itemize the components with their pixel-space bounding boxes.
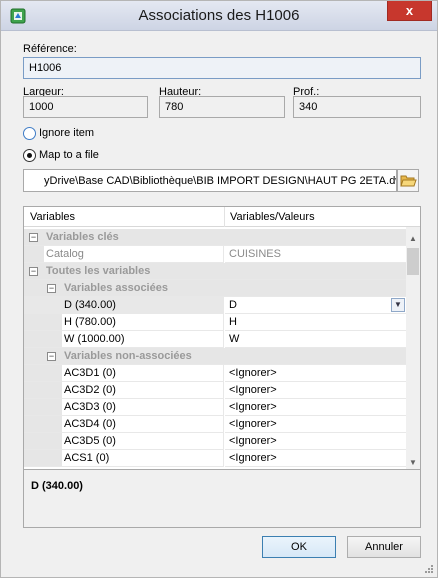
column-separator[interactable] — [224, 207, 225, 227]
property-value[interactable]: W — [225, 331, 406, 348]
property-name: D (340.00) — [24, 297, 224, 314]
ignore-item-radio[interactable] — [23, 127, 36, 140]
column-header-variables[interactable]: Variables — [30, 211, 75, 223]
scrollbar-thumb[interactable] — [407, 248, 419, 275]
collapse-icon[interactable]: − — [47, 352, 56, 361]
property-name: AC3D1 (0) — [24, 365, 224, 382]
property-name: H (780.00) — [24, 314, 224, 331]
ok-button[interactable]: OK — [262, 536, 336, 558]
property-row[interactable]: ACS1 (0) <Ignorer> — [24, 450, 406, 467]
property-row[interactable]: W (1000.00) W — [24, 331, 406, 348]
close-icon: x — [405, 3, 414, 18]
category-all-variables[interactable]: Toutes les variables − — [24, 263, 406, 280]
category-associated-variables[interactable]: Variables associées − — [24, 280, 406, 297]
property-value[interactable]: <Ignorer> — [225, 382, 406, 399]
property-name: AC3D3 (0) — [24, 399, 224, 416]
property-row[interactable]: D (340.00) D ▼ — [24, 297, 406, 314]
property-value[interactable]: <Ignorer> — [225, 399, 406, 416]
open-folder-icon — [398, 175, 418, 194]
property-name: AC3D4 (0) — [24, 416, 224, 433]
collapse-icon[interactable]: − — [47, 284, 56, 293]
variables-grid[interactable]: Variables Variables/Valeurs Variables cl… — [23, 206, 421, 470]
property-row[interactable]: AC3D4 (0) <Ignorer> — [24, 416, 406, 433]
property-value[interactable]: H — [225, 314, 406, 331]
map-to-file-label[interactable]: Map to a file — [39, 149, 99, 161]
window-title: Associations des H1006 — [138, 7, 300, 24]
collapse-icon[interactable]: − — [29, 267, 38, 276]
chevron-up-icon[interactable]: ▲ — [406, 231, 420, 247]
collapse-icon[interactable]: − — [29, 233, 38, 242]
resize-grip-icon[interactable] — [424, 564, 434, 574]
property-name: W (1000.00) — [24, 331, 224, 348]
property-name: AC3D2 (0) — [24, 382, 224, 399]
property-row[interactable]: AC3D3 (0) <Ignorer> — [24, 399, 406, 416]
title-bar: Associations des H1006 x — [1, 1, 437, 31]
reference-label: Référence: — [23, 43, 77, 55]
category-key-variables[interactable]: Variables clés − — [24, 229, 406, 246]
description-title: D (340.00) — [31, 480, 83, 492]
property-value[interactable]: CUISINES — [225, 246, 406, 263]
grid-header: Variables Variables/Valeurs — [24, 207, 420, 227]
ignore-item-label[interactable]: Ignore item — [39, 127, 94, 139]
property-name: AC3D5 (0) — [24, 433, 224, 450]
vertical-scrollbar[interactable]: ▲ ▼ — [406, 227, 420, 469]
category-unassociated-variables[interactable]: Variables non-associées − — [24, 348, 406, 365]
chevron-down-icon[interactable]: ▼ — [406, 455, 420, 469]
property-value[interactable]: <Ignorer> — [225, 365, 406, 382]
map-to-file-radio[interactable] — [23, 149, 36, 162]
description-panel: D (340.00) — [23, 470, 421, 528]
property-value[interactable]: <Ignorer> — [225, 433, 406, 450]
file-path-field[interactable]: yDrive\Base CAD\Bibliothèque\BIB IMPORT … — [23, 169, 397, 192]
category-label: Toutes les variables — [24, 263, 406, 280]
category-label: Variables clés — [24, 229, 406, 246]
close-button[interactable]: x — [387, 1, 432, 21]
cancel-button[interactable]: Annuler — [347, 536, 421, 558]
category-label: Variables associées — [24, 280, 406, 297]
property-value[interactable]: D ▼ — [225, 297, 406, 314]
property-value[interactable]: <Ignorer> — [225, 450, 406, 467]
property-row[interactable]: AC3D1 (0) <Ignorer> — [24, 365, 406, 382]
dialog-window: Associations des H1006 x Référence: H100… — [0, 0, 438, 578]
width-field[interactable]: 1000 — [23, 96, 148, 118]
property-row-catalog[interactable]: Catalog CUISINES — [24, 246, 406, 263]
property-value[interactable]: <Ignorer> — [225, 416, 406, 433]
browse-button[interactable] — [397, 169, 419, 192]
depth-field[interactable]: 340 — [293, 96, 421, 118]
property-value-text: D — [229, 299, 237, 311]
category-label: Variables non-associées — [24, 348, 406, 365]
property-name: ACS1 (0) — [24, 450, 224, 467]
chevron-down-icon[interactable]: ▼ — [391, 298, 405, 312]
property-row[interactable]: AC3D5 (0) <Ignorer> — [24, 433, 406, 450]
column-header-values[interactable]: Variables/Valeurs — [230, 211, 315, 223]
property-name: Catalog — [24, 246, 224, 263]
height-field[interactable]: 780 — [159, 96, 285, 118]
property-row[interactable]: H (780.00) H — [24, 314, 406, 331]
reference-field[interactable]: H1006 — [23, 57, 421, 79]
property-row[interactable]: AC3D2 (0) <Ignorer> — [24, 382, 406, 399]
